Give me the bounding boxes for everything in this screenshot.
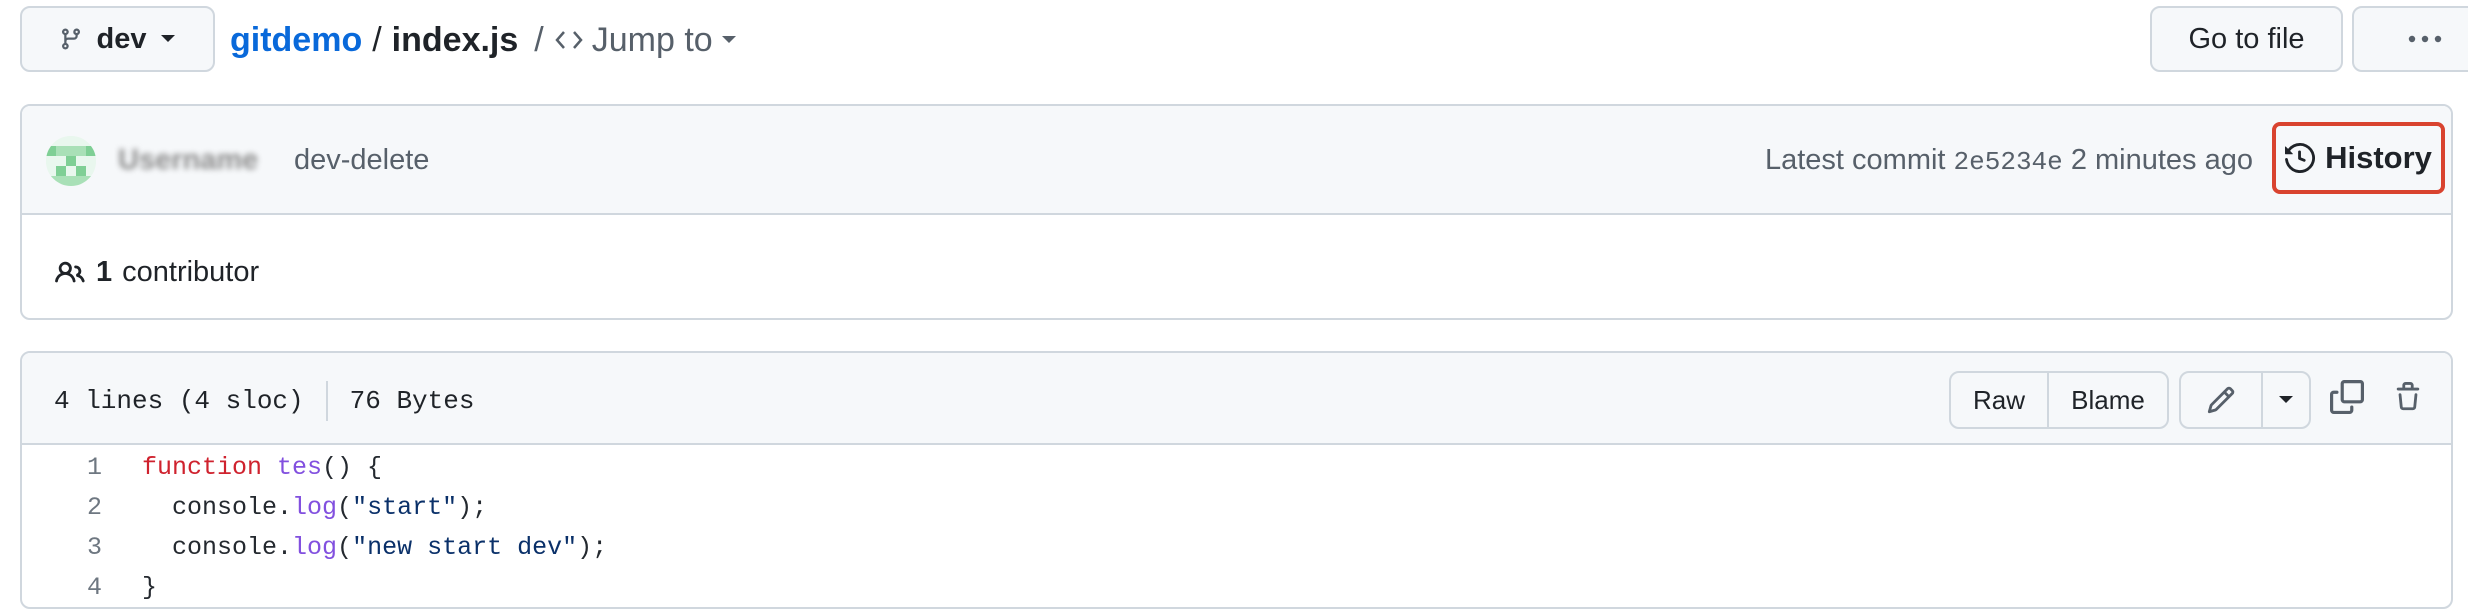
code-token: ); <box>457 492 488 522</box>
more-options-button[interactable] <box>2352 6 2468 72</box>
trash-icon[interactable] <box>2393 380 2423 414</box>
code-text: function tes() { <box>142 453 382 482</box>
code-token: ( <box>337 492 353 522</box>
breadcrumb-separator: / <box>534 20 544 59</box>
edit-options-dropdown[interactable] <box>2261 371 2311 429</box>
code-text: console.log("start"); <box>142 493 487 522</box>
breadcrumb-file-name: index.js <box>391 20 519 59</box>
chevron-down-icon <box>2279 396 2293 403</box>
git-branch-icon <box>61 28 80 50</box>
file-meta: 4 lines (4 sloc) 76 Bytes <box>54 381 474 421</box>
latest-commit-box: Username dev-delete Latest commit 2e5234… <box>20 104 2453 320</box>
line-number[interactable]: 4 <box>22 573 102 602</box>
code-token: ( <box>337 532 353 562</box>
code-token: function <box>142 452 278 482</box>
code-line: 1 function tes() { <box>22 447 2451 487</box>
code-token: "new start dev" <box>352 532 578 562</box>
copy-icon[interactable] <box>2330 380 2364 414</box>
latest-commit-prefix: Latest commit <box>1764 144 1946 176</box>
pencil-icon <box>2207 386 2235 414</box>
blame-button[interactable]: Blame <box>2047 371 2169 429</box>
raw-button[interactable]: Raw <box>1949 371 2049 429</box>
contributors-link[interactable]: 1 contributor <box>54 256 259 289</box>
raw-label: Raw <box>1972 384 2025 415</box>
code-text: console.log("new start dev"); <box>142 533 607 562</box>
jump-to-button[interactable]: Jump to <box>554 21 737 60</box>
contributor-count: 1 <box>96 256 113 288</box>
code-line: 4} <box>22 567 2451 607</box>
breadcrumb: gitdemo / index.js / Jump to <box>230 18 737 62</box>
code-token: () { <box>322 452 383 482</box>
code-token: ); <box>577 532 608 562</box>
file-header: 4 lines (4 sloc) 76 Bytes Raw Blame <box>22 353 2451 445</box>
latest-commit-info: Latest commit 2e5234e 2 minutes ago <box>1765 144 2253 177</box>
branch-label: dev <box>96 22 147 55</box>
contributor-label: contributor <box>122 256 260 288</box>
file-size: 76 Bytes <box>349 386 475 416</box>
jump-to-label: Jump to <box>591 20 713 59</box>
code-token: log <box>292 492 338 522</box>
branch-select-button[interactable]: dev <box>20 6 215 72</box>
code-text: } <box>142 573 157 602</box>
history-button[interactable]: History <box>2272 122 2445 194</box>
avatar[interactable] <box>46 136 96 186</box>
line-number[interactable]: 2 <box>22 493 102 522</box>
commit-time: 2 minutes ago <box>2070 144 2253 176</box>
go-to-file-label: Go to file <box>2188 22 2305 55</box>
code-line: 3 console.log("new start dev"); <box>22 527 2451 567</box>
code-token: tes <box>277 452 323 482</box>
code-token: console. <box>142 532 293 562</box>
kebab-horizontal-icon <box>2408 35 2441 43</box>
commit-header: Username dev-delete Latest commit 2e5234… <box>22 106 2451 215</box>
commit-sha-link[interactable]: 2e5234e <box>1954 147 2063 177</box>
breadcrumb-repo-link[interactable]: gitdemo <box>230 21 362 60</box>
go-to-file-button[interactable]: Go to file <box>2150 6 2343 72</box>
commit-message-link[interactable]: dev-delete <box>294 144 429 177</box>
code-token: log <box>292 532 338 562</box>
chevron-down-icon <box>721 36 736 43</box>
file-lines-info: 4 lines (4 sloc) <box>54 386 304 416</box>
people-icon <box>55 261 85 282</box>
code-icon <box>555 31 583 49</box>
chevron-down-icon <box>161 35 176 42</box>
code-token: console. <box>142 492 293 522</box>
commit-author-link[interactable]: Username <box>118 144 258 177</box>
code-token: "start" <box>352 492 458 522</box>
divider <box>325 381 328 421</box>
breadcrumb-separator: / <box>372 20 382 59</box>
line-number[interactable]: 3 <box>22 533 102 562</box>
line-number[interactable]: 1 <box>22 453 102 482</box>
history-icon <box>2285 143 2316 173</box>
code-token: } <box>142 572 158 602</box>
identicon-icon <box>46 136 96 186</box>
history-label: History <box>2325 140 2432 175</box>
file-viewer: 4 lines (4 sloc) 76 Bytes Raw Blame 1 fun… <box>20 351 2453 609</box>
edit-file-button[interactable] <box>2179 371 2263 429</box>
code-line: 2 console.log("start"); <box>22 487 2451 527</box>
blame-label: Blame <box>2071 384 2145 415</box>
